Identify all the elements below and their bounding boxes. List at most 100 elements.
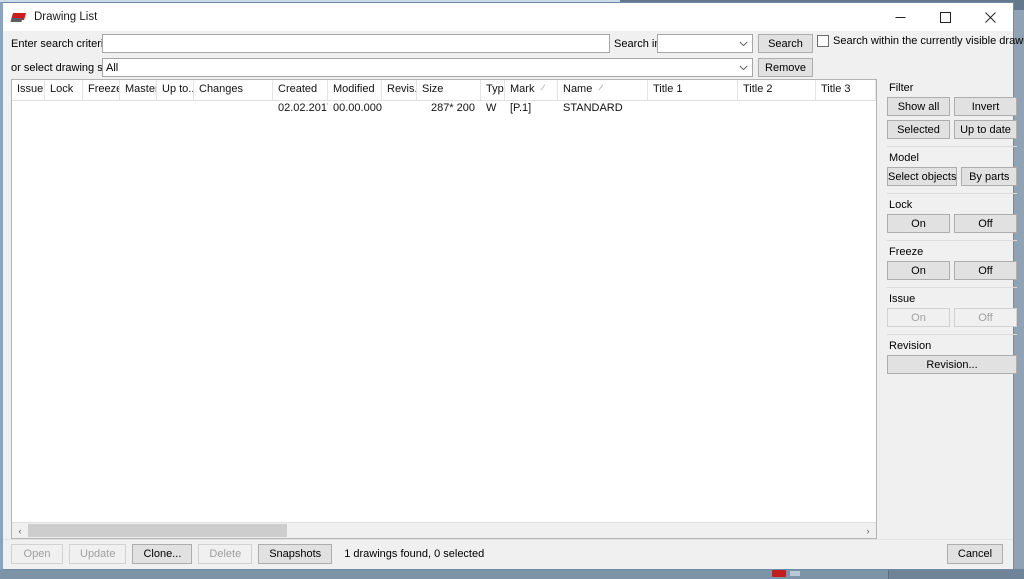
drawing-set-combo[interactable]: All [102,58,753,77]
side-button-off[interactable]: Off [954,261,1017,280]
scroll-right-icon[interactable]: › [860,523,876,538]
table-header-modified[interactable]: Modified [328,80,382,100]
side-button-show-all[interactable]: Show all [887,97,950,116]
table-cell-mark: [P.1] [510,102,532,114]
side-button-row: Revision... [887,355,1017,374]
status-text: 1 drawings found, 0 selected [344,548,485,560]
table-cell-changes [194,101,273,117]
search-in-combo[interactable] [657,34,753,53]
table-cell-issue [12,101,45,117]
table-header-label: Modified [333,83,375,95]
drawing-table: Issue Lock Freeze Master Up to... Changes Crea… [11,79,877,539]
horizontal-scrollbar[interactable]: ‹ › [12,522,876,538]
close-button[interactable] [968,3,1013,31]
table-cell-size: 287* 200 [430,102,475,114]
side-button-row: Show all Invert [887,97,1017,116]
side-button-row: On Off [887,214,1017,233]
search-visible-only-label: Search within the currently visible draw… [833,35,1024,47]
maximize-button[interactable] [923,3,968,31]
table-header-title2[interactable]: Title 2 [738,80,816,100]
table-header-type[interactable]: Type [481,80,505,100]
scrollbar-thumb[interactable] [28,524,287,537]
table-header-title3[interactable]: Title 3 [816,80,876,100]
side-button-invert[interactable]: Invert [954,97,1017,116]
taskbar-tekla-icon[interactable] [772,570,786,577]
side-group-title: Lock [889,199,913,211]
side-button-row: On Off [887,308,1017,327]
table-header-label: Mark [510,83,535,95]
side-group-title: Model [889,152,919,164]
window-title: Drawing List [34,11,98,23]
side-group-model: Model Select objects By parts [887,152,1017,186]
remove-button[interactable]: Remove [758,58,813,77]
table-cell-freeze [83,101,120,117]
table-header-label: Size [422,83,444,95]
drawing-set-label: or select drawing set [11,62,112,74]
title-bar[interactable]: Drawing List [3,3,1013,31]
side-panel-divider [887,287,1017,288]
table-body[interactable]: 02.02.2017 00.00.0000 287* 200 W [P.1] STANDA… [12,101,876,522]
table-header-label: Issue [17,83,44,95]
bottom-button-group: Open Update Clone... Delete Snapshots [11,544,338,564]
search-criteria-input[interactable] [102,34,610,53]
side-group-freeze: Freeze On Off [887,246,1017,280]
table-header-title1[interactable]: Title 1 [648,80,738,100]
side-button-on[interactable]: On [887,214,950,233]
taskbar-window-icon[interactable] [790,571,800,576]
side-button-revision[interactable]: Revision... [887,355,1017,374]
table-cell-name: STANDARD [563,102,623,114]
side-button-off[interactable]: Off [954,214,1017,233]
side-panel-divider [887,146,1017,147]
table-header-size[interactable]: Size [417,80,481,100]
search-criteria-label-wrap: Enter search criteria: [11,34,112,54]
side-button-row: Selected Up to date [887,120,1017,139]
table-header-label: Type [486,83,504,95]
search-in-label: Search in [614,38,661,50]
side-button-select-objects[interactable]: Select objects [887,167,958,186]
side-button-selected[interactable]: Selected [887,120,950,139]
minimize-button[interactable] [878,3,923,31]
scroll-left-icon[interactable]: ‹ [12,523,28,538]
table-cell-created: 02.02.2017 [278,102,328,114]
table-header-label: Lock [50,83,74,95]
side-group-title: Revision [889,340,932,352]
table-header-upto[interactable]: Up to... [157,80,194,100]
chevron-down-icon [735,59,752,76]
table-header-name[interactable]: Name [558,80,648,100]
table-cell-title1 [648,101,738,117]
bottom-button-delete: Delete [198,544,253,564]
table-header-lock[interactable]: Lock [45,80,83,100]
bottom-button-clone[interactable]: Clone... [132,544,193,564]
search-button[interactable]: Search [758,34,813,53]
drawing-list-dialog: Drawing List Enter search criteria: Sear… [0,2,1024,570]
side-panel-divider [887,193,1017,194]
table-cell-lock [45,101,83,117]
window-controls [878,3,1013,31]
table-header-changes[interactable]: Changes [194,80,273,100]
search-pane: Enter search criteria: Search in Search … [3,31,1024,79]
table-header-label: Up to... [162,83,194,95]
table-header-master[interactable]: Master [120,80,157,100]
bottom-button-snapshots[interactable]: Snapshots [258,544,333,564]
table-header-revis[interactable]: Revis... [382,80,417,100]
table-header-created[interactable]: Created [273,80,328,100]
side-button-on[interactable]: On [887,261,950,280]
table-header-freeze[interactable]: Freeze [83,80,120,100]
table-cell-type: W [486,102,497,114]
bottom-button-update: Update [69,544,127,564]
table-header-mark[interactable]: Mark [505,80,558,100]
side-panel: Filter Show all Invert Selected Up to date Mo… [887,79,1017,539]
bottom-bar-divider [3,539,1013,540]
side-button-by-parts[interactable]: By parts [961,167,1017,186]
table-cell-modified: 00.00.0000 [333,102,382,114]
side-button-up-to-date[interactable]: Up to date [954,120,1017,139]
table-row[interactable]: 02.02.2017 00.00.0000 287* 200 W [P.1] STANDA… [12,101,876,117]
table-cell-revis [382,101,417,117]
side-group-title: Filter [889,82,914,94]
search-visible-only-checkbox[interactable]: Search within the currently visible draw… [817,35,1024,47]
table-header-issue[interactable]: Issue [12,80,45,100]
scrollbar-track[interactable] [28,523,860,538]
bottom-bar: Open Update Clone... Delete Snapshots 1 draw… [3,539,1013,569]
table-cell-master [120,101,157,117]
cancel-button[interactable]: Cancel [947,544,1003,564]
